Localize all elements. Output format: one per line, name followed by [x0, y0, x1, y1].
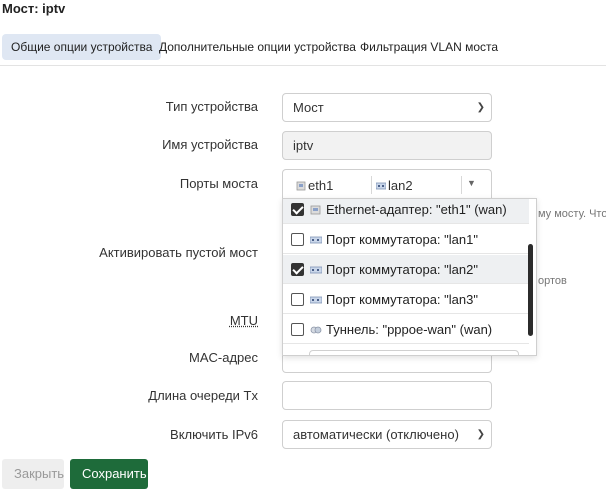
- port-option-lan2[interactable]: Порт коммутатора: "lan2": [283, 255, 529, 284]
- bridge-ports-dropdown: Ethernet-адаптер: "eth1" (wan) Порт комм…: [282, 198, 537, 356]
- custom-port-input[interactable]: [309, 350, 519, 355]
- checkbox[interactable]: [291, 323, 304, 336]
- tab-general-options[interactable]: Общие опции устройства: [2, 34, 162, 60]
- empty-bridge-description: ортов: [538, 275, 567, 287]
- tx-queue-input[interactable]: [282, 381, 492, 410]
- caret-down-icon[interactable]: ▼: [467, 178, 476, 188]
- device-type-value: Мост: [293, 100, 324, 115]
- mac-label: MAC-адрес: [189, 350, 258, 365]
- device-name-label: Имя устройства: [162, 137, 258, 152]
- ipv6-label: Включить IPv6: [170, 427, 258, 442]
- tab-advanced-options[interactable]: Дополнительные опции устройства: [150, 34, 365, 60]
- switch-icon: [376, 182, 386, 190]
- switch-icon: [310, 236, 322, 244]
- ethernet-icon: [296, 181, 306, 191]
- device-type-select[interactable]: Мост ❯: [282, 93, 492, 122]
- port-chip-eth1[interactable]: eth1: [296, 178, 333, 193]
- ipv6-select[interactable]: автоматически (отключено) ❯: [282, 420, 492, 449]
- bridge-ports-select[interactable]: eth1 lan2 ▼: [282, 169, 492, 201]
- tab-bar: Общие опции устройства Дополнительные оп…: [0, 30, 606, 66]
- mtu-label: MTU: [229, 313, 258, 328]
- port-chip-lan2[interactable]: lan2: [376, 178, 413, 193]
- device-type-label: Тип устройства: [165, 99, 258, 114]
- bridge-ports-label: Порты моста: [179, 176, 258, 191]
- checkbox[interactable]: [291, 293, 304, 306]
- checkbox[interactable]: [291, 203, 304, 216]
- dropdown-scrollbar[interactable]: [528, 244, 533, 336]
- switch-icon: [310, 266, 322, 274]
- port-option-lan1[interactable]: Порт коммутатора: "lan1": [283, 225, 529, 254]
- close-button[interactable]: Закрыть: [2, 459, 64, 489]
- chevron-down-icon: ❯: [476, 429, 485, 440]
- switch-icon: [310, 296, 322, 304]
- ethernet-icon: [310, 205, 321, 215]
- tunnel-icon: [310, 326, 322, 334]
- port-option-lan3[interactable]: Порт коммутатора: "lan3": [283, 285, 529, 314]
- port-option-pppoe-wan[interactable]: Туннель: "pppoe-wan" (wan): [283, 315, 529, 344]
- dropdown-separator: [461, 176, 462, 194]
- checkbox[interactable]: [291, 263, 304, 276]
- port-option-eth1[interactable]: Ethernet-адаптер: "eth1" (wan): [283, 199, 529, 224]
- ipv6-value: автоматически (отключено): [293, 427, 459, 442]
- device-name-input[interactable]: iptv: [282, 131, 492, 160]
- checkbox[interactable]: [291, 233, 304, 246]
- ports-description: му мосту. Чтоб: [538, 208, 606, 220]
- tab-vlan-filtering[interactable]: Фильтрация VLAN моста: [351, 34, 507, 60]
- chevron-down-icon: ❯: [476, 102, 485, 113]
- chip-separator: [371, 176, 372, 194]
- save-button[interactable]: Сохранить: [70, 459, 148, 489]
- page-title: Мост: iptv: [2, 1, 66, 16]
- empty-bridge-label: Активировать пустой мост: [99, 245, 258, 260]
- tx-queue-label: Длина очереди Tx: [148, 388, 258, 403]
